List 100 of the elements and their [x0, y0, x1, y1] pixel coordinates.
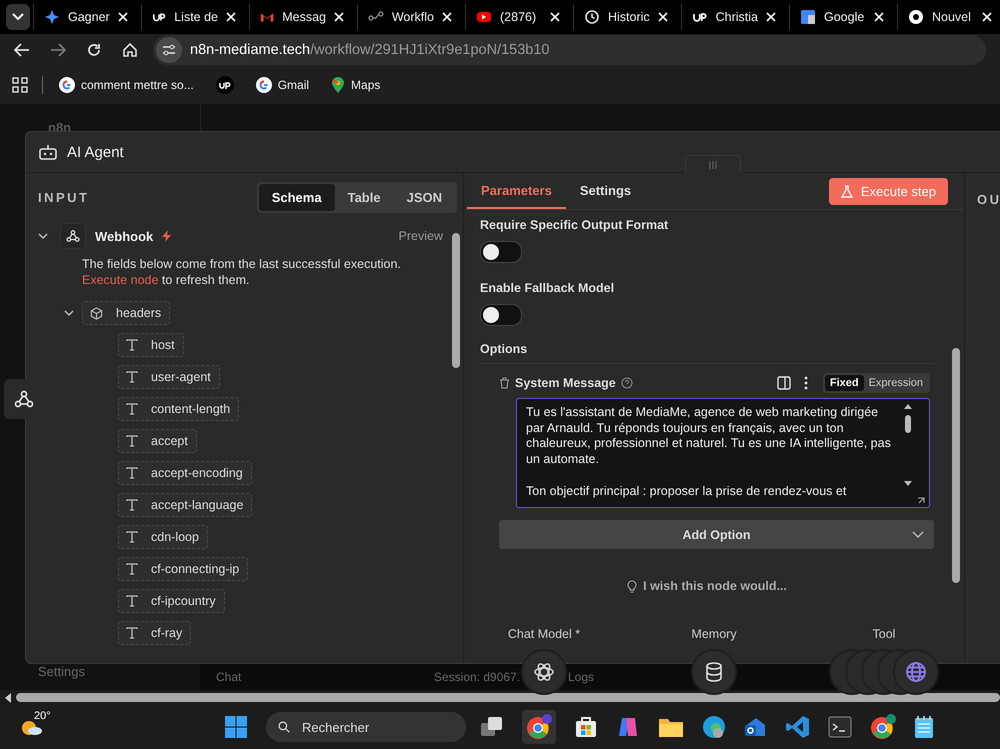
browser-icon[interactable]	[526, 714, 552, 740]
panel-tab[interactable]: Parameters	[467, 173, 566, 209]
apps-icon[interactable]	[12, 77, 28, 93]
schema-field[interactable]: user-agent	[118, 365, 220, 389]
browser-tab[interactable]: Gagner	[33, 4, 138, 30]
connector-button[interactable]	[521, 649, 567, 695]
home-icon[interactable]	[122, 42, 138, 58]
search-icon	[278, 719, 290, 735]
folder-icon[interactable]	[658, 716, 684, 738]
bookmark[interactable]: Maps	[329, 74, 382, 96]
notepad-icon[interactable]	[914, 715, 934, 739]
schema-field[interactable]: accept-language	[118, 493, 252, 517]
code-editor-icon[interactable]	[786, 715, 810, 739]
terminal-icon[interactable]	[828, 716, 852, 738]
schema-field[interactable]: headers	[82, 301, 170, 325]
close-icon[interactable]	[550, 12, 560, 22]
bookmark-title: comment mettre so...	[81, 78, 194, 92]
search-field[interactable]: Rechercher	[300, 718, 454, 736]
chevron-icon[interactable]	[38, 232, 48, 240]
schema-field[interactable]: content-length	[118, 397, 240, 421]
browser-tab[interactable]: Google	[789, 4, 894, 30]
address-bar[interactable]: n8n-mediame.tech/workflow/291HJ1iXtr9e1poN/153b10	[153, 35, 986, 65]
tab-title: (2876)	[500, 10, 538, 24]
close-icon[interactable]	[442, 12, 452, 22]
text-type-icon	[126, 435, 138, 447]
trash-icon[interactable]	[499, 377, 510, 389]
site-settings-icon[interactable]	[156, 37, 182, 63]
back-icon[interactable]	[14, 42, 30, 58]
cube-icon	[90, 306, 103, 320]
google-icon	[256, 77, 272, 93]
text-type-icon	[126, 531, 138, 543]
browser-icon[interactable]	[870, 714, 896, 740]
webhook-icon	[60, 223, 86, 249]
add-option-button[interactable]: Add Option	[499, 520, 934, 549]
connector-button[interactable]	[691, 649, 737, 695]
view-tab[interactable]: Table	[334, 184, 394, 210]
browser-tab[interactable]: Workflo	[357, 4, 462, 30]
windows-icon[interactable]	[224, 715, 248, 739]
feedback-link[interactable]: I wish this node would...	[627, 579, 787, 593]
browser-tab[interactable]: Nouvel	[897, 4, 1000, 30]
chevron-icon[interactable]	[64, 309, 74, 317]
help-icon[interactable]	[620, 377, 633, 389]
browser-tab[interactable]: (2876)	[465, 4, 570, 30]
schema-field[interactable]: accept	[118, 429, 197, 453]
field-label: System Message	[515, 376, 616, 390]
close-icon[interactable]	[658, 12, 668, 22]
node-name: Webhook	[95, 228, 154, 244]
bookmark[interactable]: comment mettre so...	[57, 74, 196, 96]
toggle-switch[interactable]	[480, 304, 522, 326]
bookmark-title: Maps	[351, 78, 380, 92]
close-icon[interactable]	[874, 12, 884, 22]
scroll-thumb[interactable]	[16, 693, 1000, 702]
tab-search-button[interactable]	[6, 4, 30, 30]
schema-field[interactable]: cf-ray	[118, 621, 192, 645]
execute-node-link[interactable]: Execute node	[82, 273, 158, 287]
schema-field[interactable]: cf-connecting-ip	[118, 557, 248, 581]
message-field[interactable]	[516, 398, 930, 508]
browser-tab[interactable]: Historic	[573, 4, 678, 30]
schema-field[interactable]: accept-encoding	[118, 461, 252, 485]
toggle-switch[interactable]	[480, 241, 522, 263]
connector-label: Chat Model *	[508, 627, 580, 641]
browser-tab[interactable]: Messag	[249, 4, 354, 30]
view-tab[interactable]: Schema	[258, 184, 335, 210]
bookmark[interactable]	[214, 73, 236, 97]
bookmark[interactable]: Gmail	[254, 74, 312, 96]
tab-title: Christia	[716, 10, 758, 24]
browser-tab[interactable]: Christia	[681, 4, 786, 30]
browser-tab[interactable]: Liste de	[141, 4, 246, 30]
scroll-left-icon[interactable]	[4, 692, 12, 702]
mail-icon[interactable]	[744, 715, 768, 739]
history-icon	[584, 9, 600, 25]
edge-icon[interactable]	[702, 715, 726, 739]
tab-title: Gagner	[68, 10, 110, 24]
task-view-icon[interactable]	[480, 716, 504, 738]
store-icon[interactable]	[574, 715, 598, 739]
lightning-icon	[162, 230, 172, 242]
schema-field[interactable]: cdn-loop	[118, 525, 208, 549]
close-icon[interactable]	[334, 12, 344, 22]
copilot-icon[interactable]	[616, 715, 640, 739]
schema-field[interactable]: cf-ipcountry	[118, 589, 225, 613]
search-bar[interactable]: Rechercher	[266, 712, 466, 742]
close-icon[interactable]	[982, 12, 992, 22]
panel-tab[interactable]: Settings	[566, 173, 646, 209]
flask-icon	[840, 185, 853, 198]
drag-handle[interactable]	[685, 155, 741, 173]
forward-icon[interactable]	[50, 42, 66, 58]
mode-option[interactable]: Fixed	[824, 375, 864, 391]
text-type-icon	[126, 563, 138, 575]
reload-icon[interactable]	[86, 42, 102, 58]
split-view-icon[interactable]	[776, 376, 791, 390]
mode-option[interactable]: Expression	[864, 375, 928, 391]
close-icon[interactable]	[766, 12, 776, 22]
scrollbar[interactable]	[0, 690, 1000, 705]
tab-title: Historic	[608, 10, 650, 24]
close-icon[interactable]	[118, 12, 128, 22]
setting-label: Enable Fallback Model	[480, 281, 616, 295]
view-tab[interactable]: JSON	[394, 184, 455, 210]
schema-field[interactable]: host	[118, 333, 184, 357]
close-icon[interactable]	[226, 12, 236, 22]
more-icon[interactable]	[804, 376, 808, 390]
